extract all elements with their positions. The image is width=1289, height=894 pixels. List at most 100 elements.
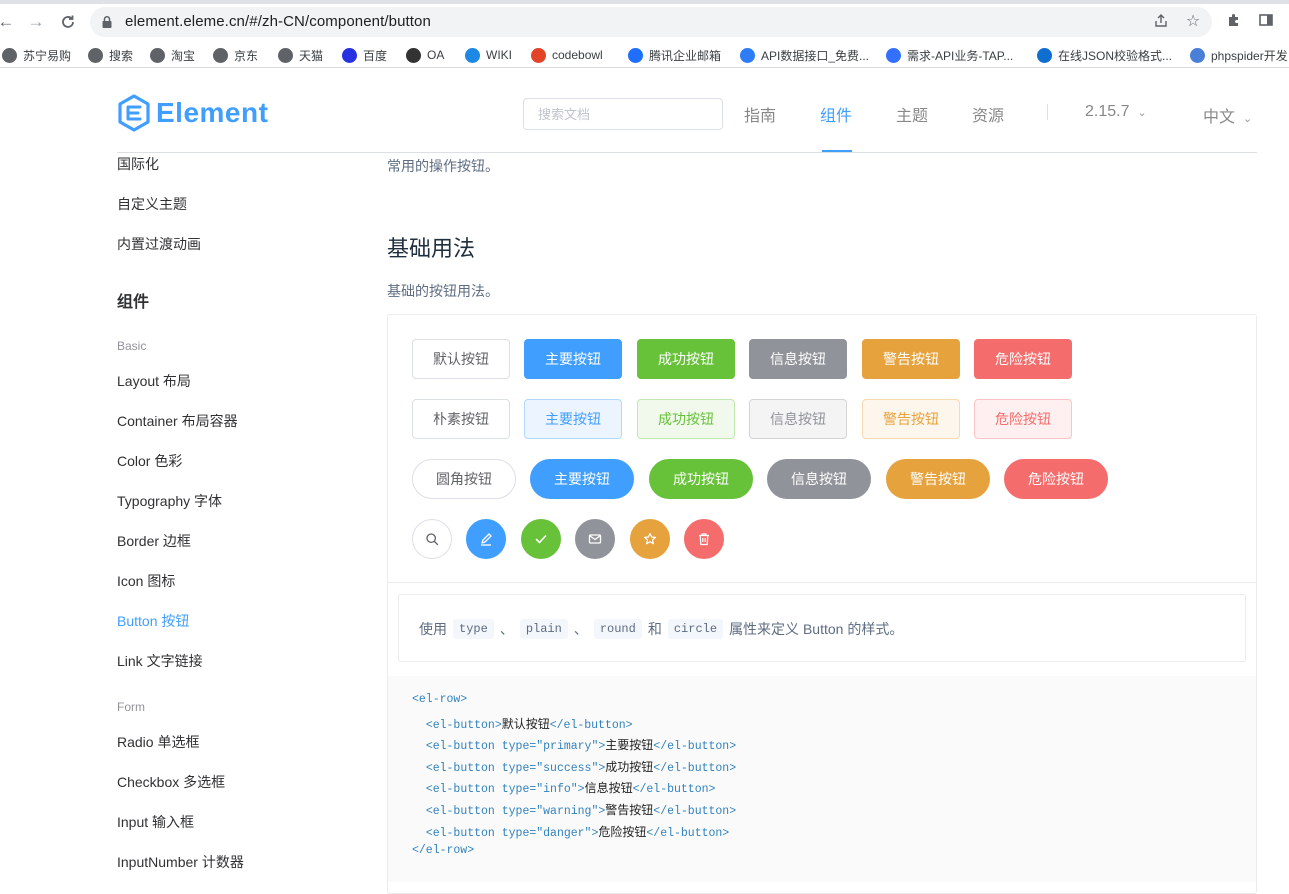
bookmarks-bar: 苏宁易购 搜索 淘宝 京东 天猫 百度 OA WIKI codebowl 腾讯企业邮箱 API数据接… bbox=[0, 42, 1289, 68]
desc-conj: 和 bbox=[647, 621, 662, 637]
code-token: type= bbox=[501, 783, 537, 797]
address-bar[interactable]: element.eleme.cn/#/zh-CN/component/butto… bbox=[90, 7, 1212, 37]
button-label: 成功按钮 bbox=[673, 471, 729, 487]
bookmark-item[interactable]: OA bbox=[406, 46, 444, 64]
globe-icon bbox=[213, 47, 228, 63]
bookmark-item[interactable]: codebowl bbox=[531, 46, 603, 64]
bookmark-item[interactable]: 苏宁易购 bbox=[2, 46, 71, 64]
primary-round-button[interactable]: 主要按钮 bbox=[530, 459, 634, 499]
nav-guide[interactable]: 指南 bbox=[744, 102, 776, 126]
sidebar-item-inputnumber[interactable]: InputNumber 计数器 bbox=[117, 852, 244, 872]
code-token: <el-button bbox=[425, 805, 502, 818]
sidebar-item-radio[interactable]: Radio 单选框 bbox=[117, 732, 199, 752]
danger-plain-button[interactable]: 危险按钮 bbox=[974, 399, 1072, 439]
sidebar-item-custom-theme[interactable]: 自定义主题 bbox=[117, 194, 187, 214]
globe-icon bbox=[2, 47, 17, 63]
nav-resource[interactable]: 资源 bbox=[972, 102, 1004, 126]
primary-solid-button[interactable]: 主要按钮 bbox=[524, 339, 622, 379]
version-dropdown[interactable]: 2.15.7 ⌄ bbox=[1085, 103, 1147, 121]
warning-circle-button[interactable] bbox=[630, 519, 670, 559]
bookmark-item[interactable]: 腾讯企业邮箱 bbox=[628, 46, 721, 64]
back-arrow-icon[interactable]: ← bbox=[0, 12, 16, 32]
warning-round-button[interactable]: 警告按钮 bbox=[886, 459, 990, 499]
bookmark-label: API数据接口_免费... bbox=[761, 48, 870, 63]
nav-theme[interactable]: 主题 bbox=[896, 102, 928, 126]
forward-arrow-icon[interactable]: → bbox=[26, 12, 46, 32]
extensions-puzzle-icon[interactable] bbox=[1225, 12, 1243, 30]
default-plain-button[interactable]: 朴素按钮 bbox=[412, 399, 510, 439]
element-logo[interactable]: Element bbox=[117, 93, 268, 133]
code-token: </el-row> bbox=[412, 844, 475, 858]
code-token: "warning" bbox=[536, 805, 599, 818]
sidebar-item-border[interactable]: Border 边框 bbox=[117, 531, 191, 551]
language-dropdown[interactable]: 中文 ⌄ bbox=[1203, 103, 1252, 127]
code-token: </el-button> bbox=[653, 805, 737, 818]
warning-plain-button[interactable]: 警告按钮 bbox=[862, 399, 960, 439]
success-round-button[interactable]: 成功按钮 bbox=[649, 459, 753, 499]
share-icon[interactable] bbox=[1152, 13, 1170, 31]
code-token: "info" bbox=[536, 783, 578, 797]
primary-plain-button[interactable]: 主要按钮 bbox=[524, 399, 622, 439]
success-solid-button[interactable]: 成功按钮 bbox=[637, 339, 735, 379]
edit-icon bbox=[479, 532, 493, 546]
desc-suffix: 属性来定义 Button 的样式。 bbox=[729, 621, 904, 637]
danger-solid-button[interactable]: 危险按钮 bbox=[974, 339, 1072, 379]
code-token: <el-button> bbox=[425, 718, 502, 732]
bookmark-item[interactable]: 淘宝 bbox=[150, 46, 195, 64]
info-round-button[interactable]: 信息按钮 bbox=[767, 459, 871, 499]
url-text[interactable]: element.eleme.cn/#/zh-CN/component/butto… bbox=[125, 13, 431, 30]
code-circle: circle bbox=[667, 619, 724, 639]
lock-icon[interactable] bbox=[100, 15, 114, 29]
chevron-down-icon: ⌄ bbox=[1137, 107, 1147, 119]
code-token: "success" bbox=[536, 761, 599, 775]
sidebar-item-button[interactable]: Button 按钮 bbox=[117, 611, 189, 631]
bookmark-item[interactable]: 天猫 bbox=[278, 46, 323, 64]
sidebar-subgroup-basic: Basic bbox=[117, 339, 147, 353]
danger-round-button[interactable]: 危险按钮 bbox=[1004, 459, 1108, 499]
side-panel-icon[interactable] bbox=[1257, 12, 1275, 30]
sidebar-item-transition[interactable]: 内置过渡动画 bbox=[117, 234, 201, 254]
code-type: type bbox=[453, 619, 494, 639]
search-docs-input[interactable] bbox=[523, 98, 723, 130]
logo-text: Element bbox=[156, 97, 269, 128]
default-round-button[interactable]: 圆角按钮 bbox=[412, 459, 516, 499]
info-circle-button[interactable] bbox=[575, 519, 615, 559]
api-logo-icon bbox=[740, 47, 755, 63]
primary-circle-button[interactable] bbox=[466, 519, 506, 559]
bookmark-item[interactable]: WIKI bbox=[465, 46, 512, 64]
sidebar-item-checkbox[interactable]: Checkbox 多选框 bbox=[117, 772, 225, 792]
bookmark-item[interactable]: 京东 bbox=[213, 46, 258, 64]
reload-icon[interactable] bbox=[58, 12, 78, 32]
info-plain-button[interactable]: 信息按钮 bbox=[749, 399, 847, 439]
bookmark-item[interactable]: phpspider开发 bbox=[1190, 46, 1288, 64]
sidebar-item-layout[interactable]: Layout 布局 bbox=[117, 371, 191, 391]
sidebar-group-components: 组件 bbox=[117, 294, 150, 311]
bookmark-item[interactable]: API数据接口_免费... bbox=[740, 46, 869, 64]
sidebar-item-container[interactable]: Container 布局容器 bbox=[117, 411, 238, 431]
sidebar-item-link[interactable]: Link 文字链接 bbox=[117, 651, 203, 671]
sidebar-item-i18n[interactable]: 国际化 bbox=[117, 154, 159, 174]
default-circle-button[interactable] bbox=[412, 519, 452, 559]
sidebar-item-input[interactable]: Input 输入框 bbox=[117, 812, 194, 832]
bookmark-label: 淘宝 bbox=[171, 48, 196, 63]
code-token: "primary" bbox=[536, 740, 599, 754]
button-label: 警告按钮 bbox=[910, 471, 966, 487]
info-solid-button[interactable]: 信息按钮 bbox=[749, 339, 847, 379]
sidebar-item-typography[interactable]: Typography 字体 bbox=[117, 491, 222, 511]
success-circle-button[interactable] bbox=[521, 519, 561, 559]
success-plain-button[interactable]: 成功按钮 bbox=[637, 399, 735, 439]
element-hexagon-icon bbox=[118, 94, 150, 132]
bookmark-item[interactable]: 百度 bbox=[342, 46, 387, 64]
warning-solid-button[interactable]: 警告按钮 bbox=[862, 339, 960, 379]
demo-divider bbox=[388, 582, 1256, 583]
default-solid-button[interactable]: 默认按钮 bbox=[412, 339, 510, 379]
danger-circle-button[interactable] bbox=[684, 519, 724, 559]
sidebar-item-icon[interactable]: Icon 图标 bbox=[117, 571, 175, 591]
bookmark-item[interactable]: 在线JSON校验格式... bbox=[1037, 46, 1172, 64]
bookmark-item[interactable]: 搜索 bbox=[88, 46, 133, 64]
nav-component[interactable]: 组件 bbox=[820, 102, 852, 126]
bookmark-star-icon[interactable]: ☆ bbox=[1184, 13, 1202, 31]
sidebar-item-color[interactable]: Color 色彩 bbox=[117, 451, 182, 471]
bookmark-item[interactable]: 需求-API业务-TAP... bbox=[886, 46, 1013, 64]
